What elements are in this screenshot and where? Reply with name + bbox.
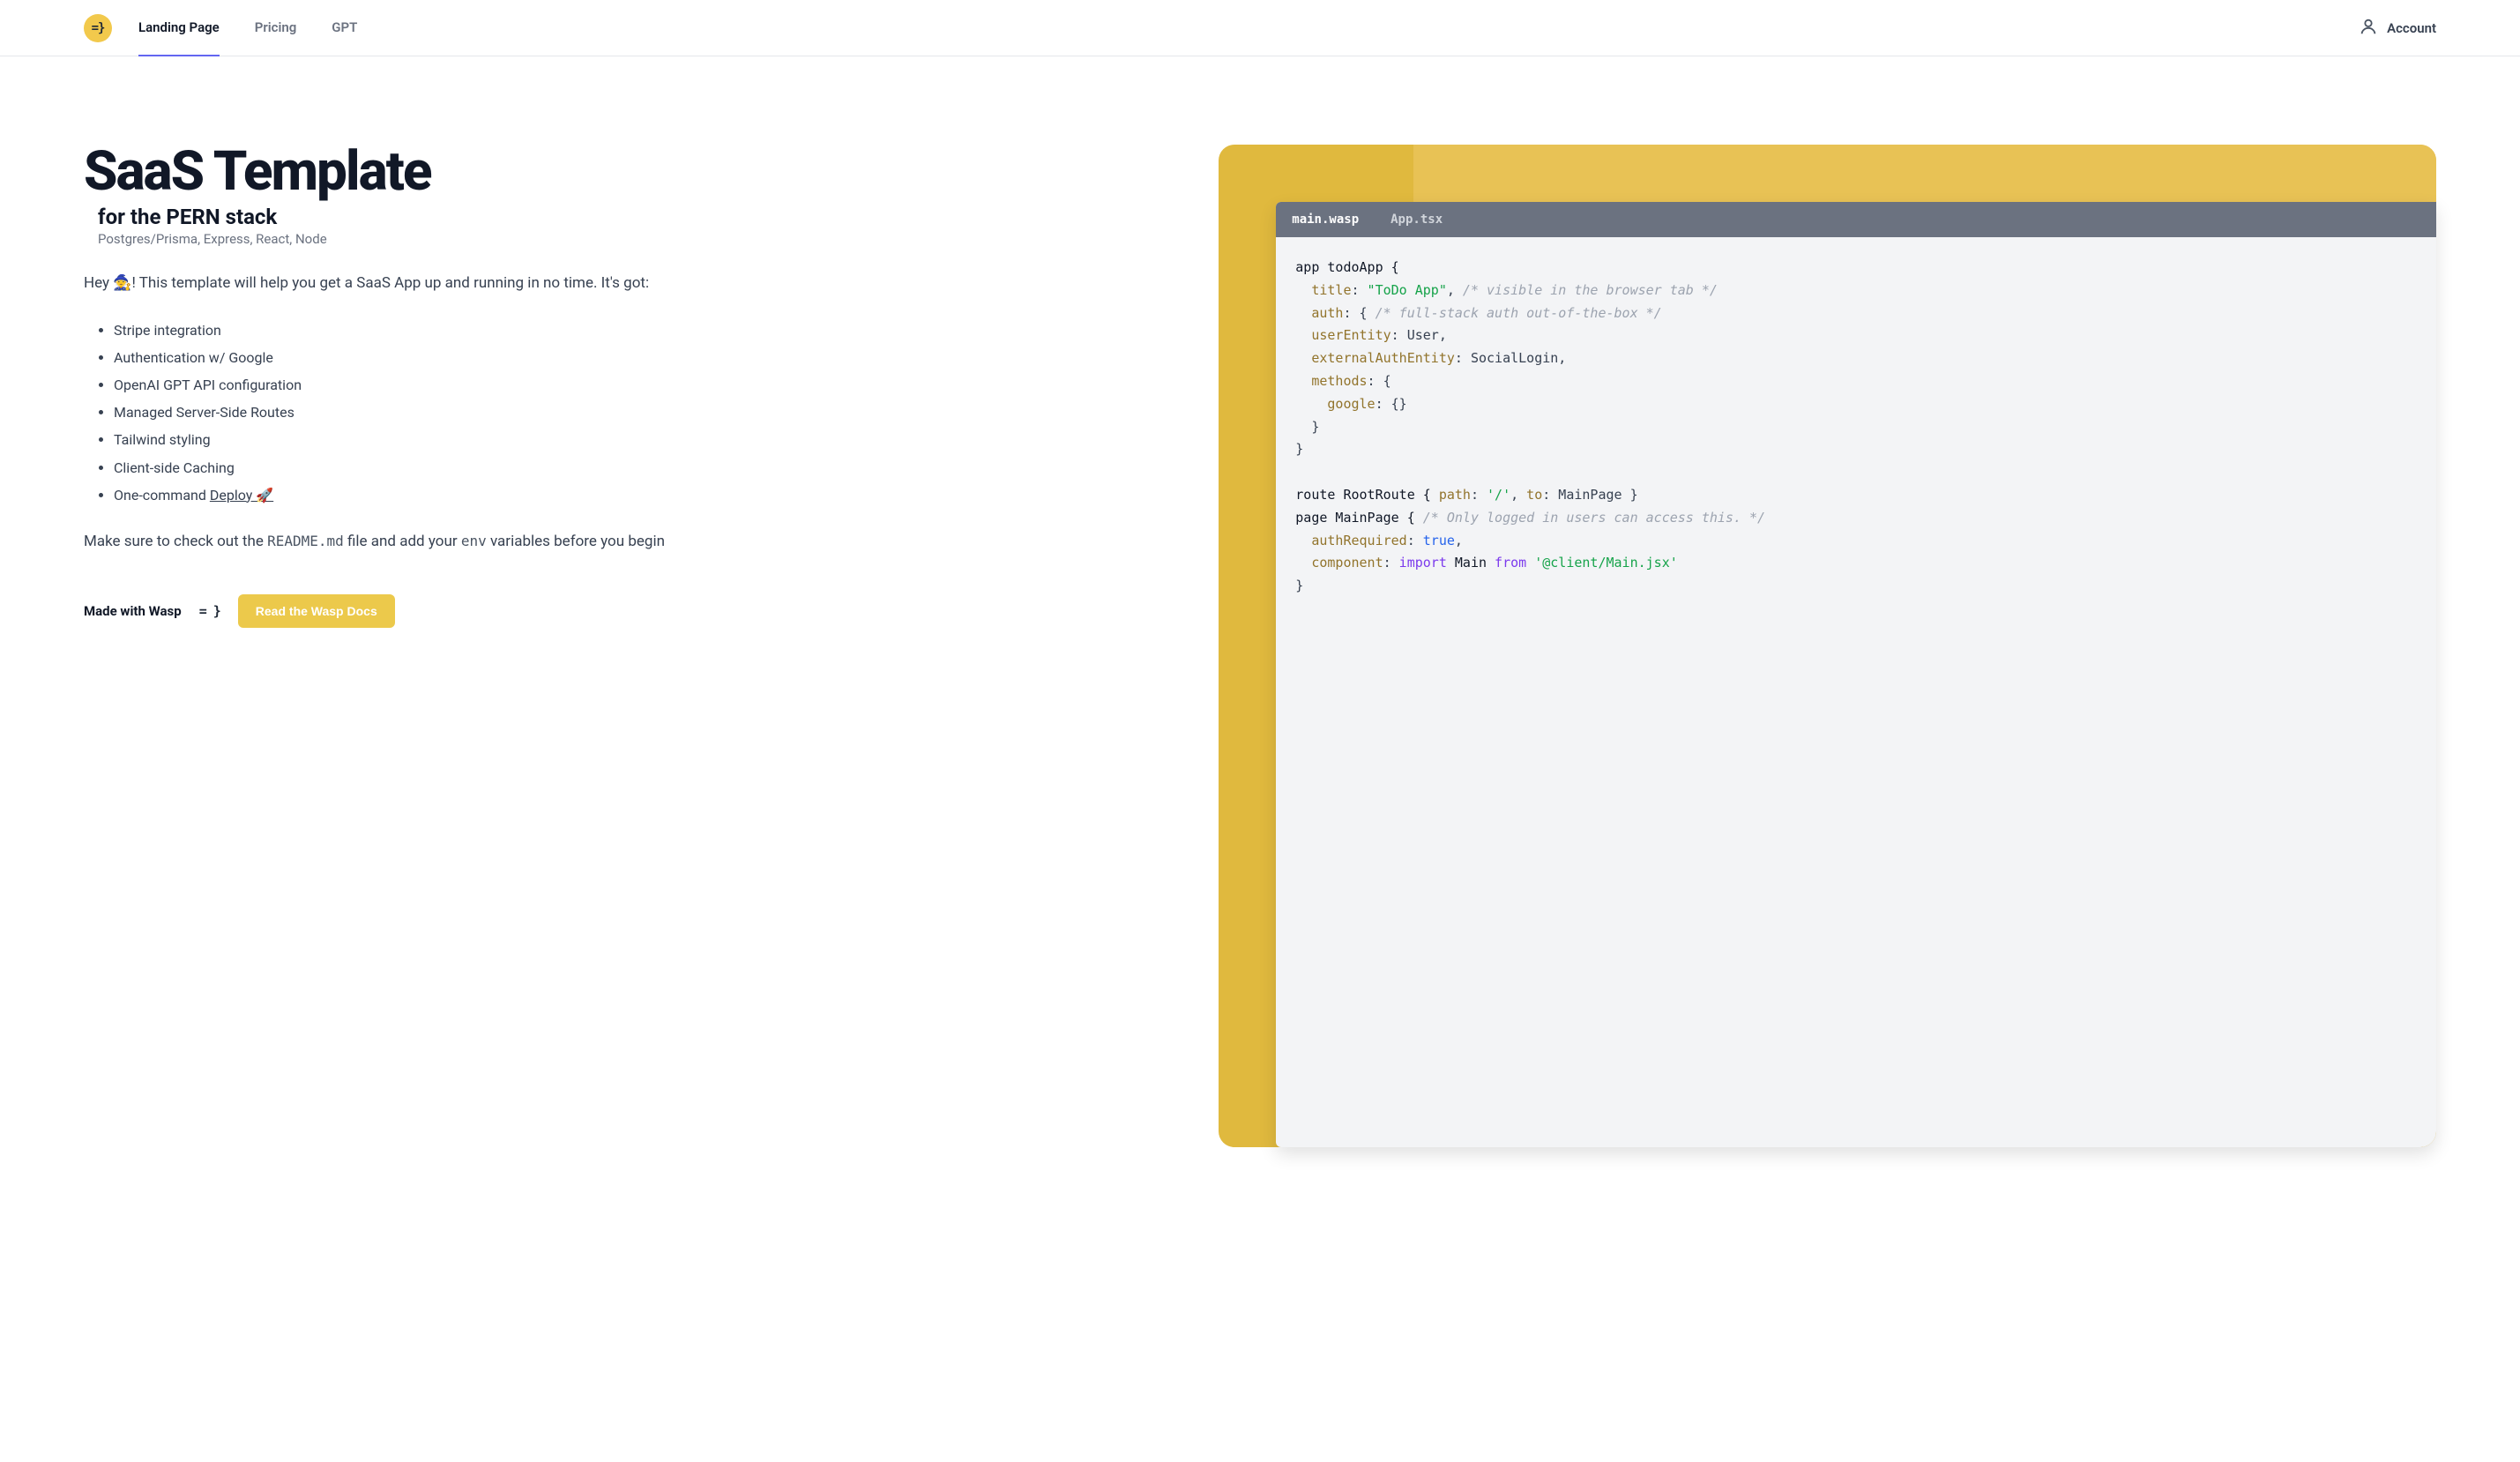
page-subtitle: for the PERN stack <box>98 205 1166 229</box>
code-l14-key: component <box>1311 555 1383 571</box>
code-l02-com: /* visible in the browser tab */ <box>1455 282 1718 298</box>
account-link[interactable]: Account <box>2359 17 2436 40</box>
feature-item: Managed Server-Side Routes <box>114 399 1166 426</box>
code-l05-rest: : SocialLogin, <box>1455 350 1566 366</box>
code-l06-rest: : { <box>1368 373 1391 389</box>
nav-tabs: Landing Page Pricing GPT <box>138 0 357 56</box>
intro-rest: ! This template will help you get a SaaS… <box>131 274 649 292</box>
feature-item: Client-side Caching <box>114 454 1166 481</box>
code-l11-pathkey: path <box>1439 487 1471 503</box>
hero-illustration: main.wasp App.tsx app todoApp { title: "… <box>1219 145 2436 1147</box>
code-l12-a: page MainPage { <box>1295 510 1423 526</box>
code-tabbar: main.wasp App.tsx <box>1276 202 2436 237</box>
intro-prefix: Hey <box>84 274 113 292</box>
user-icon <box>2359 17 2378 40</box>
feature-item-deploy: One-command Deploy 🚀 <box>114 481 1166 509</box>
code-l08: } <box>1295 419 1319 435</box>
code-l01: app todoApp { <box>1295 259 1398 275</box>
code-l14-import: import <box>1399 555 1447 571</box>
code-l11-pathstr: '/' <box>1487 487 1510 503</box>
code-l07-key: google <box>1327 396 1375 412</box>
code-l11-tokey: to <box>1526 487 1542 503</box>
tab-gpt[interactable]: GPT <box>332 0 357 56</box>
readme-code: README.md <box>267 533 344 549</box>
code-l07-rest: : {} <box>1376 396 1407 412</box>
deploy-link[interactable]: Deploy 🚀 <box>210 487 273 503</box>
code-l03-com: /* full-stack auth out-of-the-box */ <box>1376 305 1662 321</box>
code-l15: } <box>1295 578 1303 593</box>
code-window: main.wasp App.tsx app todoApp { title: "… <box>1219 145 2436 1147</box>
outro-text: Make sure to check out the README.md fil… <box>84 528 1166 556</box>
code-l14-main: Main <box>1447 555 1495 571</box>
code-body: app todoApp { title: "ToDo App", /* visi… <box>1276 237 2436 617</box>
tab-pricing[interactable]: Pricing <box>255 0 297 56</box>
code-l02-key: title <box>1311 282 1351 298</box>
outro-c: variables before you begin <box>487 533 665 550</box>
code-l14-space <box>1526 555 1534 571</box>
code-l13-comma: , <box>1455 533 1463 548</box>
feature-item: Stripe integration <box>114 317 1166 344</box>
code-l12-com: /* Only logged in users can access this.… <box>1423 510 1765 526</box>
code-l03-rest: : { <box>1343 305 1375 321</box>
intro-text: Hey 🧙! This template will help you get a… <box>84 270 1166 297</box>
code-l11-mid: , <box>1510 487 1526 503</box>
code-l11-pathrest: : <box>1471 487 1487 503</box>
tab-landing-page[interactable]: Landing Page <box>138 0 220 56</box>
made-with-label: Made with Wasp <box>84 603 182 619</box>
env-code: env <box>461 533 487 549</box>
outro-a: Make sure to check out the <box>84 533 267 550</box>
stack-line: Postgres/Prisma, Express, React, Node <box>98 231 1166 247</box>
code-l03-key: auth <box>1311 305 1343 321</box>
feature-item: OpenAI GPT API configuration <box>114 371 1166 399</box>
code-l09: } <box>1295 441 1303 457</box>
code-l13-rest: : <box>1407 533 1423 548</box>
wasp-logo[interactable]: =} <box>84 14 112 42</box>
feature-item: Tailwind styling <box>114 426 1166 453</box>
code-tab-main-wasp[interactable]: main.wasp <box>1276 202 1375 237</box>
code-l11-torest: : MainPage } <box>1542 487 1637 503</box>
code-l04-key: userEntity <box>1311 327 1390 343</box>
cta-row: Made with Wasp = } Read the Wasp Docs <box>84 594 1166 628</box>
code-l02-str: "ToDo App" <box>1368 282 1447 298</box>
page-title: SaaS Template <box>84 145 1166 199</box>
code-tab-app-tsx[interactable]: App.tsx <box>1375 202 1458 237</box>
code-l04-rest: : User, <box>1391 327 1447 343</box>
code-card: main.wasp App.tsx app todoApp { title: "… <box>1276 202 2436 1147</box>
code-l14-rest: : <box>1383 555 1399 571</box>
top-nav: =} Landing Page Pricing GPT Account <box>0 0 2520 56</box>
code-l06-key: methods <box>1311 373 1367 389</box>
code-l14-str: '@client/Main.jsx' <box>1534 555 1678 571</box>
wasp-mark: = } <box>199 603 220 619</box>
code-l13-key: authRequired <box>1311 533 1406 548</box>
hero-copy: SaaS Template for the PERN stack Postgre… <box>84 145 1166 628</box>
deploy-prefix: One-command <box>114 487 210 503</box>
wizard-emoji: 🧙 <box>113 274 131 292</box>
hero: SaaS Template for the PERN stack Postgre… <box>0 56 2520 1182</box>
code-l02-colon: : <box>1351 282 1367 298</box>
nav-left: =} Landing Page Pricing GPT <box>84 0 357 56</box>
code-l14-from: from <box>1495 555 1526 571</box>
code-l11-a: route RootRoute { <box>1295 487 1439 503</box>
code-l02-comma: , <box>1447 282 1455 298</box>
feature-list: Stripe integration Authentication w/ Goo… <box>114 317 1166 509</box>
account-label: Account <box>2387 20 2436 36</box>
feature-item: Authentication w/ Google <box>114 344 1166 371</box>
read-docs-button[interactable]: Read the Wasp Docs <box>238 594 395 628</box>
outro-b: file and add your <box>344 533 461 550</box>
code-l05-key: externalAuthEntity <box>1311 350 1455 366</box>
code-l13-bool: true <box>1423 533 1455 548</box>
